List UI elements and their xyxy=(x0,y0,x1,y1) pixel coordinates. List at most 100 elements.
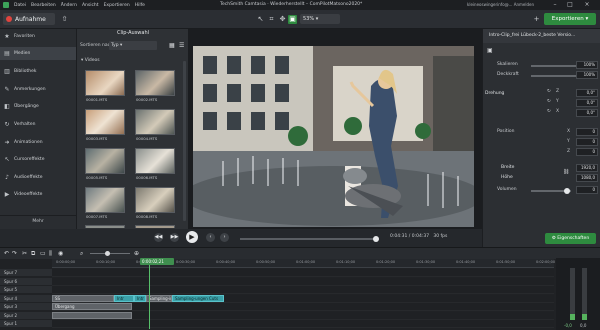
timeline-ruler[interactable]: 0:00:00;000:00:10;000:00:20;000:00:30;00… xyxy=(52,259,555,268)
zoom-out-icon[interactable]: ⌕ xyxy=(80,250,83,258)
menu-edit[interactable]: Bearbeiten xyxy=(31,3,56,8)
media-thumbnail[interactable] xyxy=(135,225,175,228)
rotate-z-icon[interactable]: ↻ xyxy=(547,89,551,94)
media-thumbnail[interactable]: 00002.MTS xyxy=(135,70,175,102)
account-label[interactable]: kleineoswingerinfo@... Anmelden xyxy=(467,2,534,7)
volume-slider[interactable] xyxy=(531,188,571,194)
sidebar-item-media[interactable]: ▤ Medien xyxy=(0,47,76,60)
step-back-icon[interactable]: ‹ xyxy=(206,233,215,242)
timeline-clip[interactable]: Sampling-ungen Cuts xyxy=(172,294,224,302)
zoom-select[interactable]: 53% ▾ xyxy=(300,14,340,24)
volume-slider-handle[interactable] xyxy=(564,188,570,194)
media-thumbnail[interactable]: 00005.MTS xyxy=(85,148,125,180)
playhead[interactable] xyxy=(149,259,150,329)
timeline-clip[interactable]: Intr xyxy=(114,294,134,302)
pointer-icon[interactable]: ↖ xyxy=(256,15,265,24)
timeline-clip[interactable]: Intr xyxy=(134,294,146,302)
position-z-value[interactable]: 0 xyxy=(576,148,598,156)
crop-icon[interactable]: ⌗ xyxy=(267,15,276,24)
track-header[interactable]: Spur 2 xyxy=(0,311,52,320)
menu-file[interactable]: Datei xyxy=(14,3,26,8)
more-button[interactable]: Mehr xyxy=(0,215,76,226)
media-thumbnail[interactable]: 00008.MTS xyxy=(135,187,175,219)
copy-icon[interactable]: ⧉ xyxy=(31,250,35,258)
media-thumbnail[interactable]: 00004.MTS xyxy=(135,109,175,141)
track-header[interactable]: Spur 4 xyxy=(0,294,52,303)
properties-button[interactable]: ⚙ Eigenschaften xyxy=(545,233,596,244)
export-button[interactable]: Exportieren ▾ xyxy=(544,13,596,25)
videos-header[interactable]: ▾ Videos xyxy=(81,58,100,63)
height-value[interactable]: 1080,0 xyxy=(576,174,598,182)
split-icon[interactable]: ⫼ xyxy=(49,250,52,258)
record-button[interactable]: Aufnahme xyxy=(3,13,55,25)
playhead-time[interactable]: 0:00:02;21 xyxy=(140,258,174,265)
track-header[interactable]: Spur 7 xyxy=(0,269,52,277)
rotate-x-icon[interactable]: ↻ xyxy=(547,109,551,114)
previous-frame-icon[interactable]: ◀◀ xyxy=(154,233,163,242)
link-icon[interactable]: ⛓ xyxy=(563,169,569,175)
redo-icon[interactable]: ↷ xyxy=(12,250,17,257)
grid-view-icon[interactable]: ▦ xyxy=(169,42,175,49)
cut-icon[interactable]: ✂ xyxy=(22,250,27,257)
track-header[interactable]: Spur 5 xyxy=(0,286,52,294)
track-lane[interactable] xyxy=(52,277,554,286)
video-frame[interactable] xyxy=(193,46,474,227)
media-props-icon[interactable]: ▣ xyxy=(487,47,493,54)
rotate-y-icon[interactable]: ↻ xyxy=(547,99,551,104)
timeline-clip[interactable]: Übergang xyxy=(52,303,132,310)
menu-help[interactable]: Hilfe xyxy=(135,3,145,8)
sidebar-item-cursor-effects[interactable]: ↖ Cursoreffekte xyxy=(0,153,76,166)
track-lane[interactable] xyxy=(52,320,554,328)
menu-view[interactable]: Ansicht xyxy=(82,3,99,8)
rotation-y-value[interactable]: 0,0° xyxy=(576,99,598,107)
width-value[interactable]: 1920,0 xyxy=(576,164,598,172)
media-thumbnail[interactable] xyxy=(85,225,125,228)
sidebar-item-behaviors[interactable]: ↻ Verhalten xyxy=(0,118,76,131)
media-thumbnail[interactable]: 00007.MTS xyxy=(85,187,125,219)
seek-bar[interactable] xyxy=(240,236,379,242)
sidebar-item-animations[interactable]: ➜ Animationen xyxy=(0,136,76,149)
scale-value[interactable]: 100% xyxy=(576,61,598,69)
sort-select[interactable]: Typ ▾ xyxy=(109,41,157,50)
play-icon[interactable]: ▶ xyxy=(186,231,198,243)
track-header[interactable]: Spur 1 xyxy=(0,320,52,328)
rewind-icon[interactable]: ▶▶ xyxy=(170,233,179,242)
import-icon[interactable]: ⇧ xyxy=(60,15,69,24)
close-icon[interactable]: × xyxy=(582,1,592,9)
track-header[interactable]: Spur 3 xyxy=(0,303,52,311)
rotation-x-value[interactable]: 0,0° xyxy=(576,109,598,117)
opacity-value[interactable]: 100% xyxy=(576,71,598,79)
track-lane[interactable] xyxy=(52,269,554,277)
rotation-z-value[interactable]: 0,0° xyxy=(576,89,598,97)
sidebar-item-audio-effects[interactable]: ♪ Audioeffekte xyxy=(0,171,76,184)
sidebar-item-library[interactable]: ▥ Bibliothek xyxy=(0,65,76,78)
paste-icon[interactable]: ▭ xyxy=(40,250,46,257)
maximize-icon[interactable]: □ xyxy=(565,1,575,9)
sidebar-item-video-effects[interactable]: ▶ Videoeffekte xyxy=(0,188,76,201)
sidebar-item-annotations[interactable]: ✎ Anmerkungen xyxy=(0,83,76,96)
position-x-value[interactable]: 0 xyxy=(576,128,598,136)
media-thumbnail[interactable]: 00006.MTS xyxy=(135,148,175,180)
hand-icon[interactable]: ✥ xyxy=(278,15,287,24)
list-view-icon[interactable]: ☰ xyxy=(179,42,184,49)
timeline-zoom-slider[interactable] xyxy=(90,251,130,256)
menu-modify[interactable]: Ändern xyxy=(61,3,77,8)
media-thumbnail[interactable]: 00001.MTS xyxy=(85,70,125,102)
sidebar-item-transitions[interactable]: ◧ Übergänge xyxy=(0,100,76,113)
zoom-in-icon[interactable]: ⊕ xyxy=(134,250,139,257)
crop-active-icon[interactable]: ▣ xyxy=(288,15,297,24)
seek-handle[interactable] xyxy=(373,236,379,242)
step-forward-icon[interactable]: › xyxy=(220,233,229,242)
position-y-value[interactable]: 0 xyxy=(576,138,598,146)
add-icon[interactable]: + xyxy=(532,15,541,24)
undo-icon[interactable]: ↶ xyxy=(4,250,9,257)
volume-value[interactable]: 0 xyxy=(576,186,598,194)
track-lane[interactable] xyxy=(52,286,554,294)
menu-export[interactable]: Exportieren xyxy=(104,3,130,8)
library-scrollbar[interactable] xyxy=(183,61,186,221)
track-header[interactable]: Spur 6 xyxy=(0,277,52,286)
media-thumbnail[interactable]: 00003.MTS xyxy=(85,109,125,141)
timeline-clip[interactable] xyxy=(52,311,132,319)
timeline-clip[interactable]: SS xyxy=(52,294,114,302)
timeline-zoom-handle[interactable] xyxy=(105,251,110,256)
